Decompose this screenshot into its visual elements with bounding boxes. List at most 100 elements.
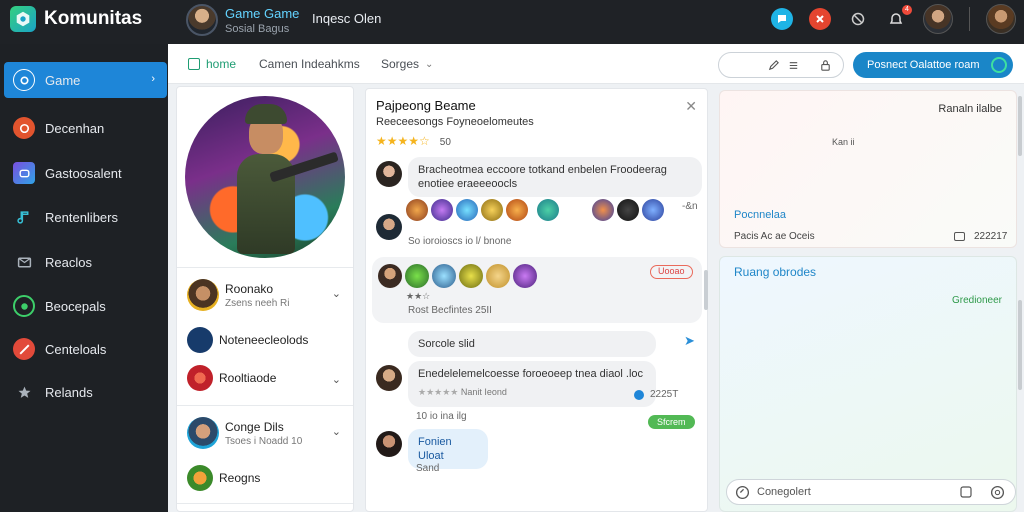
sidebar-item-label: Reaclos <box>45 254 92 270</box>
close-icon[interactable]: ✕ <box>685 98 697 115</box>
avatar[interactable] <box>376 431 402 457</box>
reaction-row <box>406 199 667 221</box>
emoji-reaction[interactable] <box>456 199 478 221</box>
status-badge[interactable]: Sfcrem <box>648 415 695 429</box>
profile-column: Roonako Zsens neeh Ri ⌄ Noteneecleolods … <box>176 86 354 512</box>
menu-icon[interactable] <box>787 59 800 72</box>
check-circle-icon <box>991 57 1007 73</box>
emoji-reaction[interactable] <box>481 199 503 221</box>
emoji-reaction[interactable] <box>642 199 664 221</box>
sidebar-item-game[interactable]: Game › <box>4 62 167 98</box>
tab-games[interactable]: Camen Indeahkms <box>259 57 360 71</box>
profile-item[interactable]: Conge Dils Tsoes i Noadd 10 <box>187 417 302 449</box>
chat-scrollbar[interactable] <box>704 270 708 310</box>
notification-badge: 4 <box>902 5 912 15</box>
pen-icon[interactable] <box>767 59 780 72</box>
sidebar-item-beocepals[interactable]: Beocepals <box>4 288 167 324</box>
status-badge[interactable]: Uooao <box>650 265 693 279</box>
avatar <box>187 465 213 491</box>
sidebar-item-decenhan[interactable]: Decenhan <box>4 110 167 146</box>
lock-icon[interactable] <box>819 59 832 72</box>
profile-item[interactable]: Roonako Zsens neeh Ri <box>187 279 289 311</box>
sidebar-item-label: Gastoosalent <box>45 165 122 181</box>
rating-count: 50 <box>439 137 451 148</box>
profile-name: Reogns <box>219 471 261 485</box>
panel-scrollbar[interactable] <box>1018 96 1022 156</box>
emoji-reaction[interactable] <box>506 199 528 221</box>
emoji-reaction[interactable] <box>537 199 559 221</box>
room-panel: Ruang obrodes Gredioneer <box>719 256 1017 512</box>
game-subtitle: Sosial Bagus <box>225 22 290 35</box>
emoji-reaction[interactable] <box>432 264 456 288</box>
emoji-reaction[interactable] <box>513 264 537 288</box>
profile-name: Noteneecleolods <box>219 333 309 347</box>
emoji-reaction[interactable] <box>459 264 483 288</box>
panel-title: Ranaln ilalbe <box>938 103 1002 115</box>
user-avatar[interactable] <box>986 4 1016 34</box>
chevron-down-icon[interactable]: ⌄ <box>332 287 341 300</box>
emoji-reaction[interactable] <box>406 199 428 221</box>
sidebar-item-label: Rentenlibers <box>45 209 118 225</box>
profile-item[interactable]: Rooltiaode <box>187 365 276 391</box>
message-bubble: Enedelelemelcoesse foroeoeep tnea diaol … <box>408 361 656 407</box>
sidebar-item-centeloals[interactable]: Centeloals <box>4 331 167 367</box>
attach-icon[interactable] <box>735 485 750 500</box>
profile-name: Conge Dils <box>225 419 284 434</box>
profile-name: Roonako <box>225 281 274 296</box>
rating: ★★★★☆ 50 <box>376 134 451 148</box>
send-icon[interactable]: ➤ <box>684 333 695 349</box>
hero-helmet <box>245 104 287 124</box>
image-icon[interactable] <box>959 485 973 499</box>
friend-avatar[interactable] <box>923 4 953 34</box>
profile-name: Rooltiaode <box>219 371 277 385</box>
message-bubble: Sorcole slid <box>408 331 656 357</box>
sidebar-item-label: Game <box>45 72 81 88</box>
emoji-reaction[interactable] <box>378 264 402 288</box>
primary-action-button[interactable]: Posnect Oalattoe roam <box>853 52 1013 78</box>
profile-item[interactable]: Noteneecleolods <box>187 327 308 353</box>
panel-link[interactable]: Pocnnelaa <box>734 209 786 221</box>
sidebar-item-label: Relands <box>45 384 93 400</box>
emoji-reaction[interactable] <box>486 264 510 288</box>
tab-home[interactable]: home <box>188 57 236 71</box>
info-icon[interactable] <box>634 390 644 400</box>
game-avatar <box>186 4 218 36</box>
block-icon[interactable] <box>847 8 869 30</box>
sword-icon <box>13 338 35 360</box>
panel-scrollbar[interactable] <box>1018 300 1022 390</box>
notification-icon[interactable]: 4 <box>885 5 912 30</box>
profile-item[interactable]: Reogns <box>187 465 260 491</box>
sidebar-item-reaclos[interactable]: Reaclos <box>4 244 167 280</box>
avatar[interactable] <box>376 365 402 391</box>
message-meta: Sand <box>416 463 440 474</box>
message-time: 2225T <box>650 389 679 400</box>
sidebar-item-gastoosalent[interactable]: Gastoosalent <box>4 155 167 191</box>
search-input[interactable] <box>718 52 844 78</box>
avatar[interactable] <box>376 214 402 240</box>
chat-icon[interactable] <box>771 8 793 30</box>
emoji-reaction[interactable] <box>431 199 453 221</box>
chevron-down-icon[interactable]: ⌄ <box>332 373 341 386</box>
reaction-row <box>378 264 540 288</box>
chevron-down-icon: ⌄ <box>425 58 434 70</box>
chevron-down-icon[interactable]: ⌄ <box>332 425 341 438</box>
sidebar-item-label: Centeloals <box>45 341 107 357</box>
message-input[interactable]: Conegolert <box>726 479 1016 505</box>
info-panel: Ranaln ilalbe Kan ii Pocnnelaa Pacis Ac … <box>719 90 1017 248</box>
hero-character-image <box>185 96 345 258</box>
tab-more[interactable]: Sorges ⌄ <box>381 57 433 71</box>
emoji-icon[interactable] <box>990 485 1005 500</box>
brand[interactable]: Komunitas <box>10 6 142 32</box>
sidebar-item-relands[interactable]: Relands <box>4 374 167 410</box>
panel-footer: Pacis Ac ae Oceis <box>734 231 815 242</box>
panel-text: Kan ii <box>832 137 855 147</box>
emoji-reaction[interactable] <box>617 199 639 221</box>
profile-sub: Zsens neeh Ri <box>225 297 290 309</box>
current-game[interactable]: Game Game Sosial Bagus Inqesc Olen <box>186 4 381 36</box>
chat-panel: Pajpeong Beame Reeceesongs Foyneoelomeut… <box>365 88 708 512</box>
emoji-reaction[interactable] <box>405 264 429 288</box>
emoji-reaction[interactable] <box>592 199 614 221</box>
sidebar-item-rentenlibers[interactable]: Rentenlibers <box>4 199 167 235</box>
avatar[interactable] <box>376 161 402 187</box>
close-circle-icon[interactable] <box>809 8 831 30</box>
